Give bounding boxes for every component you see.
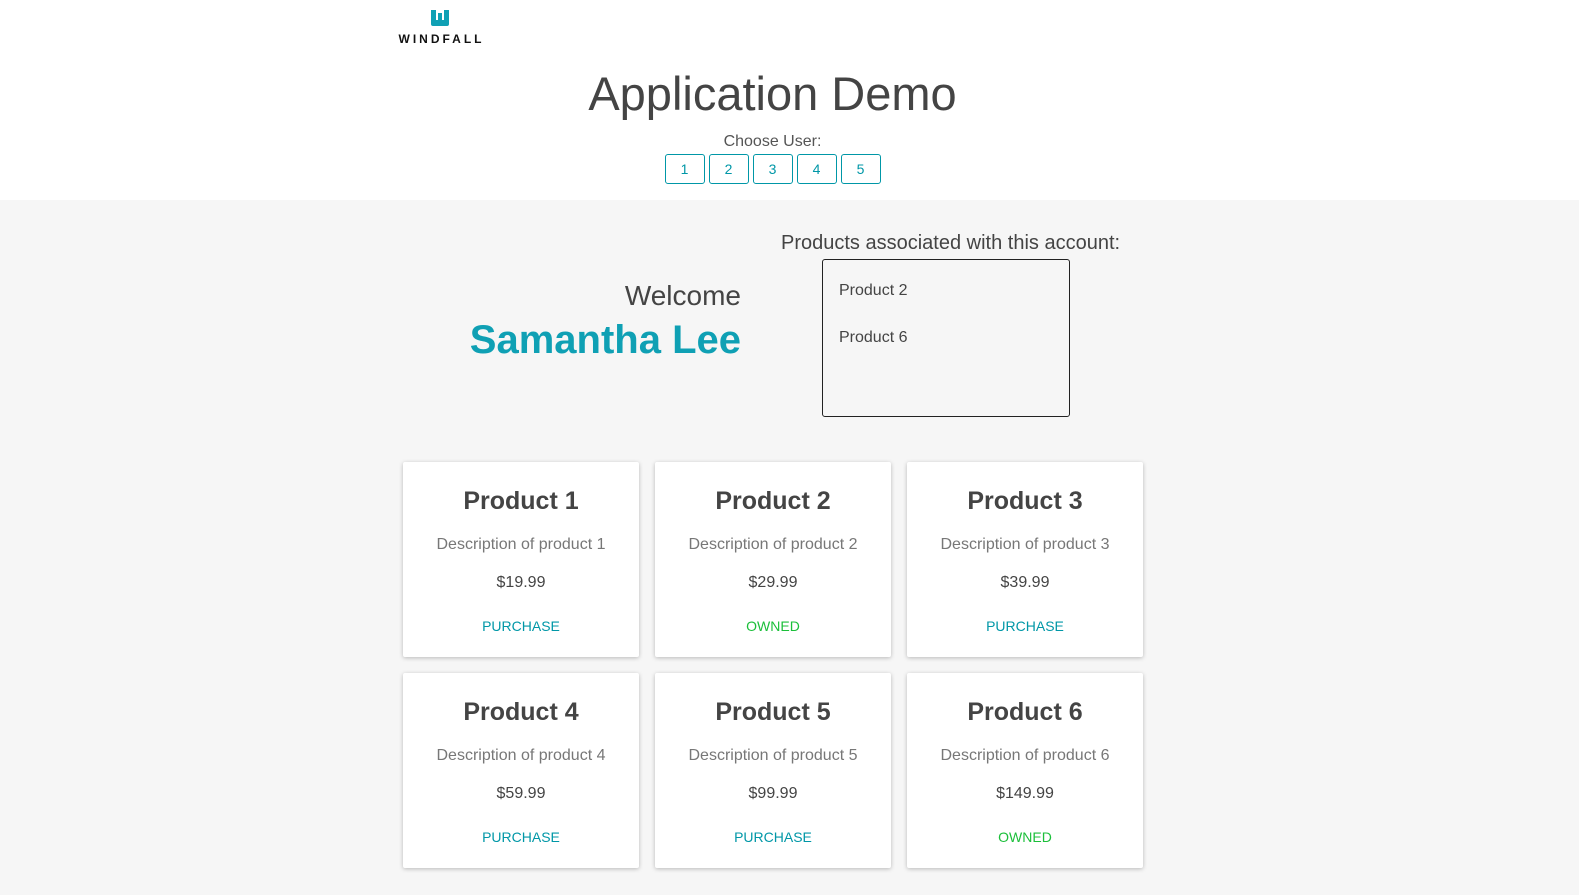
header-section: WINDFALL Application Demo Choose User: 1… — [0, 0, 1579, 200]
product-card-1: Product 1 Description of product 1 $19.9… — [403, 462, 639, 657]
welcome-text: Welcome — [624, 280, 741, 311]
user-button-1[interactable]: 1 — [664, 154, 705, 184]
purchase-button[interactable]: PURCHASE — [403, 829, 639, 845]
purchase-button[interactable]: PURCHASE — [403, 618, 639, 634]
owned-status: OWNED — [746, 618, 800, 634]
user-selector: 1 2 3 4 5 — [0, 154, 1545, 184]
product-card-4: Product 4 Description of product 4 $59.9… — [403, 673, 639, 868]
owned-status: OWNED — [998, 829, 1052, 845]
product-card-3: Product 3 Description of product 3 $39.9… — [907, 462, 1143, 657]
product-price: $39.99 — [1000, 574, 1050, 591]
product-title: Product 3 — [967, 487, 1083, 515]
user-button-3[interactable]: 3 — [752, 154, 793, 184]
product-title: Product 1 — [463, 487, 579, 515]
product-price: $59.99 — [496, 785, 546, 802]
associated-product-item: Product 6 — [839, 329, 908, 346]
product-description: Description of product 2 — [688, 536, 858, 553]
associated-products-list[interactable]: Product 2 Product 6 — [822, 259, 1070, 417]
product-price: $149.99 — [996, 785, 1054, 802]
brand-name: WINDFALL — [398, 32, 485, 46]
product-price: $99.99 — [748, 785, 798, 802]
user-button-2[interactable]: 2 — [708, 154, 749, 184]
user-button-5[interactable]: 5 — [840, 154, 881, 184]
user-button-4[interactable]: 4 — [796, 154, 837, 184]
product-card-2: Product 2 Description of product 2 $29.9… — [655, 462, 891, 657]
associated-products-label: Products associated with this account: — [781, 232, 1121, 254]
product-description: Description of product 5 — [688, 747, 858, 764]
associated-product-item: Product 2 — [839, 282, 908, 299]
windfall-logo[interactable]: WINDFALL — [398, 8, 482, 46]
main-section: Welcome Samantha Lee Products associated… — [0, 200, 1579, 895]
product-grid: Product 1 Description of product 1 $19.9… — [403, 462, 1143, 868]
page-title: Application Demo — [588, 67, 957, 120]
product-description: Description of product 3 — [940, 536, 1110, 553]
windfall-logo-icon — [431, 10, 449, 26]
choose-user-label: Choose User: — [723, 133, 822, 150]
user-name: Samantha Lee — [469, 318, 741, 362]
product-description: Description of product 4 — [436, 747, 606, 764]
product-description: Description of product 1 — [436, 536, 606, 553]
product-title: Product 4 — [463, 698, 579, 726]
product-title: Product 2 — [715, 487, 831, 515]
product-title: Product 5 — [715, 698, 831, 726]
product-price: $19.99 — [496, 574, 546, 591]
product-card-6: Product 6 Description of product 6 $149.… — [907, 673, 1143, 868]
purchase-button[interactable]: PURCHASE — [907, 618, 1143, 634]
product-title: Product 6 — [967, 698, 1083, 726]
product-price: $29.99 — [748, 574, 798, 591]
product-card-5: Product 5 Description of product 5 $99.9… — [655, 673, 891, 868]
purchase-button[interactable]: PURCHASE — [655, 829, 891, 845]
product-description: Description of product 6 — [940, 747, 1110, 764]
